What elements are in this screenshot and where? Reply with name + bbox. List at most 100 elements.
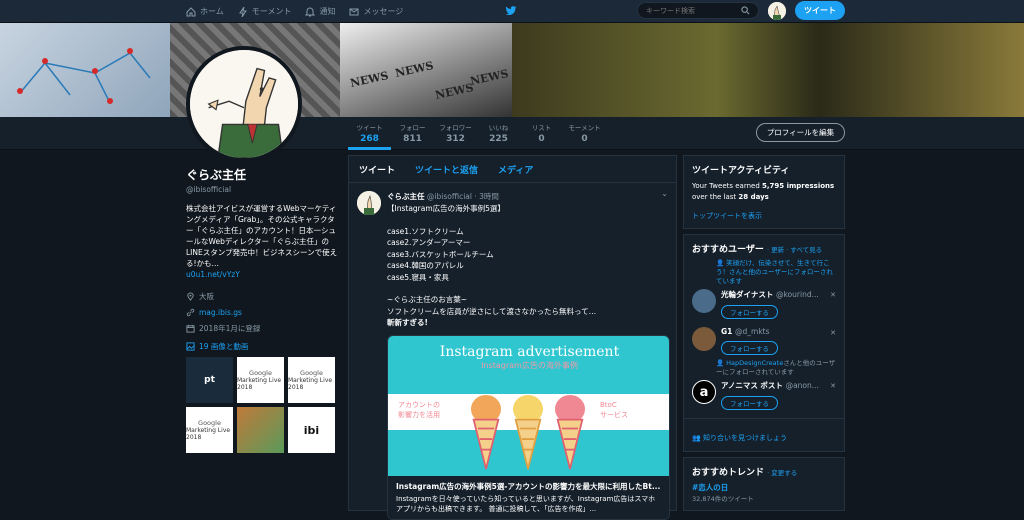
suggestion-name[interactable]: 光輪ダイナスト [721,290,773,299]
profile-stats-bar: ツイート 268 フォロー 811 フォロワー 312 いいね 225 リスト 0 モーメ… [0,117,1024,150]
activity-days: 28 days [738,193,769,201]
stat-moments[interactable]: モーメント 0 [563,117,606,150]
suggestion-avatar[interactable] [692,289,716,313]
location-row: 大阪 [186,288,338,304]
suggestion-avatar[interactable] [692,327,716,351]
suggestions-links[interactable]: · 更新 · すべて見る [767,246,822,254]
tweet-author-handle: @ibisofficial [426,192,472,201]
top-tweets-link[interactable]: トップツイートを表示 [692,211,836,221]
website-link[interactable]: mag.ibis.gs [199,308,242,317]
stat-label: フォロー [399,124,426,132]
people-icon: 👥 [692,434,703,442]
trend-item[interactable]: #恋人の日 [692,482,836,493]
tab-tweets[interactable]: ツイート [359,163,395,176]
follow-button[interactable]: フォローする [721,341,778,355]
news-word: NEWS [394,59,435,80]
bell-icon [305,7,316,16]
suggestion-user[interactable]: G1 @d_mkts フォローする ✕ [692,327,836,355]
tweet-time[interactable]: 3時間 [479,192,499,201]
avatar-character-icon [768,2,786,20]
joined-text: 2018年1月に登録 [199,323,261,333]
close-icon[interactable]: ✕ [830,291,836,299]
nav-messages[interactable]: メッセージ [349,6,403,17]
media-thumb[interactable]: Google Marketing Live 2018 [288,357,335,403]
banner-hands-image [512,23,1024,117]
trends-change-link[interactable]: · 変更する [767,469,797,477]
thumb-text: Google [198,419,221,427]
follow-button[interactable]: フォローする [721,396,778,410]
profile-avatar[interactable] [186,46,302,162]
suggestion-context-link[interactable]: HapDesignCreate [726,359,783,367]
ice-cream-icon [555,394,585,469]
search-icon[interactable] [741,6,750,15]
nav-home[interactable]: ホーム [186,6,224,17]
twitter-bird-icon[interactable] [505,5,517,17]
bio-link[interactable]: u0u1.net/vYzY [186,270,240,279]
close-icon[interactable]: ✕ [830,329,836,337]
activity-title: ツイートアクティビティ [692,166,790,176]
thumb-text: Google [300,369,323,377]
suggestion-user[interactable]: 光輪ダイナスト @kourind... フォローする ✕ [692,289,836,319]
ice-cream-icon [471,394,501,469]
media-link[interactable]: 19 画像と動画 [186,341,338,352]
media-thumb[interactable]: ibi [288,407,335,453]
tweet-avatar[interactable] [357,191,381,215]
find-friends-link[interactable]: 👥 知り合いを見つけましょう [692,434,787,442]
suggestion-user[interactable]: a アノニマス ポスト @anon... フォローする ✕ [692,380,836,410]
character-illustration-icon [190,50,298,158]
search-input[interactable] [646,6,741,15]
nav-notifications[interactable]: 通知 [305,6,335,17]
suggestion-name-row: アノニマス ポスト @anon... [721,380,819,391]
nav-notifications-label: 通知 [319,7,336,16]
card-image-subtitle: Instagram広告の海外事例 [481,360,578,370]
trend-count: 32,874件のツイート [692,495,754,503]
chevron-down-icon[interactable]: ⌄ [661,189,668,198]
stat-label: リスト [531,124,552,132]
search-box[interactable] [637,2,759,19]
website-row: mag.ibis.gs [186,304,338,320]
tweet[interactable]: ⌄ ぐらぶ主任 @ibisofficial · 3時間 【Instagram広告… [349,183,676,520]
location-text: 大阪 [199,291,214,301]
suggestion-name[interactable]: アノニマス ポスト [721,381,783,390]
stat-following[interactable]: フォロー 811 [391,117,434,150]
suggestions-title: おすすめユーザー [692,245,764,255]
ice-cream-icon [513,394,543,469]
link-card[interactable]: Instagram advertisement Instagram広告の海外事例… [387,334,670,520]
nav-moments[interactable]: モーメント [238,6,291,17]
close-icon[interactable]: ✕ [830,382,836,390]
account-avatar[interactable] [768,2,786,20]
tweet-line: case4.韓国のアパレル [387,261,464,270]
suggestion-avatar[interactable]: a [692,380,716,404]
stat-tweets[interactable]: ツイート 268 [348,117,391,150]
stat-likes[interactable]: いいね 225 [477,117,520,150]
find-friends-label: 知り合いを見つけましょう [702,434,787,442]
follow-button[interactable]: フォローする [721,305,778,319]
media-thumb[interactable]: Google Marketing Live 2018 [237,357,284,403]
timeline-tabs: ツイート ツイートと返信 メディア [349,156,676,183]
profile-handle: @ibisofficial [186,185,232,194]
media-thumb[interactable]: pt [186,357,233,403]
stat-lists[interactable]: リスト 0 [520,117,563,150]
stat-label: ツイート [356,124,383,132]
profile-name[interactable]: ぐらぶ主任 [186,166,338,183]
tab-tweets-replies[interactable]: ツイートと返信 [415,163,478,176]
stat-followers[interactable]: フォロワー 312 [434,117,477,150]
link-icon [186,308,195,316]
tab-media[interactable]: メディア [498,163,533,176]
media-link-label: 19 画像と動画 [199,342,249,351]
bio-text: 株式会社アイビスが運営するWebマーケティングメディア「Grab」。その公式キャ… [186,204,338,268]
edit-profile-button[interactable]: プロフィールを編集 [756,123,845,142]
thumb-sub: Marketing Live 2018 [186,427,231,441]
tweet-text: 【Instagram広告の海外事例5選】 case1.ソフトクリーム case2… [387,203,666,329]
stat-label: モーメント [568,124,601,132]
thumb-text: pt [204,375,215,385]
stat-value: 225 [489,134,508,144]
media-thumb[interactable] [237,407,284,453]
find-friends-row[interactable]: 👥 知り合いを見つけましょう [684,418,844,444]
tweet-line: case1.ソフトクリーム [387,226,464,236]
tweet-author-name[interactable]: ぐらぶ主任 [387,192,425,201]
envelope-icon [349,8,359,15]
suggestion-name[interactable]: G1 [721,327,732,336]
top-tweet-button[interactable]: ツイート [795,1,845,20]
media-thumb[interactable]: Google Marketing Live 2018 [186,407,233,453]
